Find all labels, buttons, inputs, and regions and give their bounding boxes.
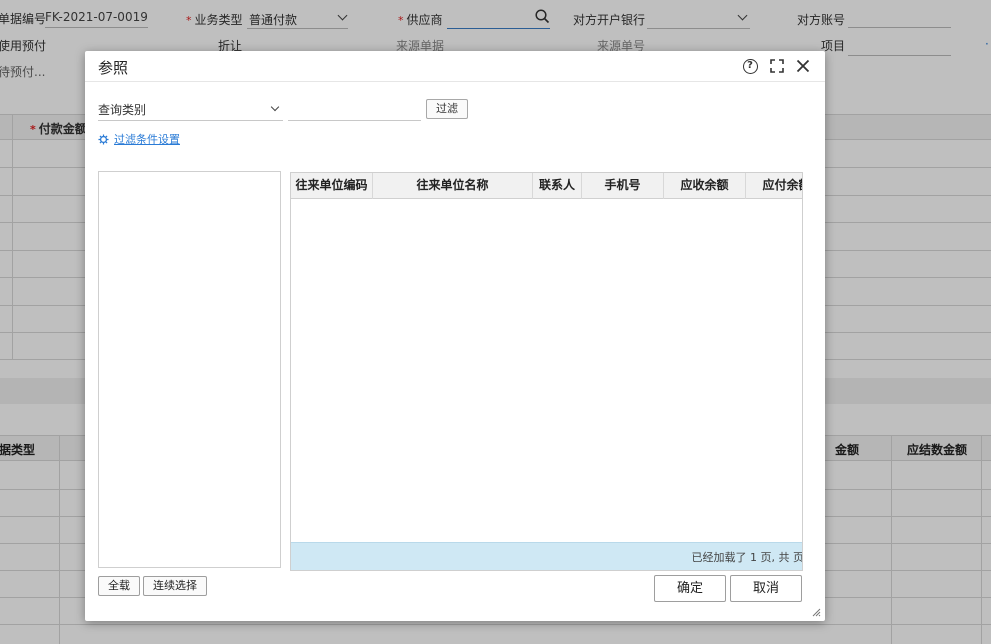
maximize-icon[interactable] (768, 57, 786, 75)
query-input[interactable] (288, 99, 421, 121)
col-mobile[interactable]: 手机号 (582, 173, 664, 199)
category-tree-panel[interactable] (98, 171, 281, 568)
cancel-button[interactable]: 取消 (730, 575, 802, 602)
filter-settings-link[interactable]: 过滤条件设置 (98, 131, 180, 147)
help-icon[interactable]: ? (741, 57, 759, 75)
query-category-select[interactable]: 查询类别 (98, 99, 283, 121)
reference-grid[interactable]: 往来单位编码 往来单位名称 联系人 手机号 应收余额 应付余额 已经加载了 1 … (290, 172, 803, 571)
load-all-button[interactable]: 全载 (98, 576, 140, 596)
dialog-header[interactable]: 参照 ? (85, 51, 825, 82)
grid-footer: 已经加载了 1 页, 共 页 (291, 542, 803, 570)
ok-button[interactable]: 确定 (654, 575, 726, 602)
filter-button[interactable]: 过滤 (426, 99, 468, 119)
reference-dialog: 参照 ? 查询类别 过滤 过滤条件设置 往来单位编码 往来单位名称 联系人 手机… (85, 51, 825, 621)
col-contact[interactable]: 联系人 (533, 173, 582, 199)
col-payable-balance[interactable]: 应付余额 (746, 173, 802, 199)
chevron-down-icon (270, 102, 280, 112)
col-partner-name[interactable]: 往来单位名称 (373, 173, 533, 199)
col-partner-code[interactable]: 往来单位编码 (291, 173, 373, 199)
col-receivable-balance[interactable]: 应收余额 (664, 173, 746, 199)
query-category-label: 查询类别 (98, 103, 147, 117)
dialog-title: 参照 (98, 59, 129, 77)
load-status-text: 已经加载了 1 页, 共 页 (691, 551, 803, 564)
close-icon[interactable] (794, 57, 812, 75)
continuous-select-button[interactable]: 连续选择 (143, 576, 207, 596)
resize-grip-icon[interactable] (811, 607, 821, 617)
grid-header: 往来单位编码 往来单位名称 联系人 手机号 应收余额 应付余额 (291, 173, 802, 199)
gear-icon (98, 133, 109, 145)
filter-settings-label: 过滤条件设置 (114, 133, 180, 146)
